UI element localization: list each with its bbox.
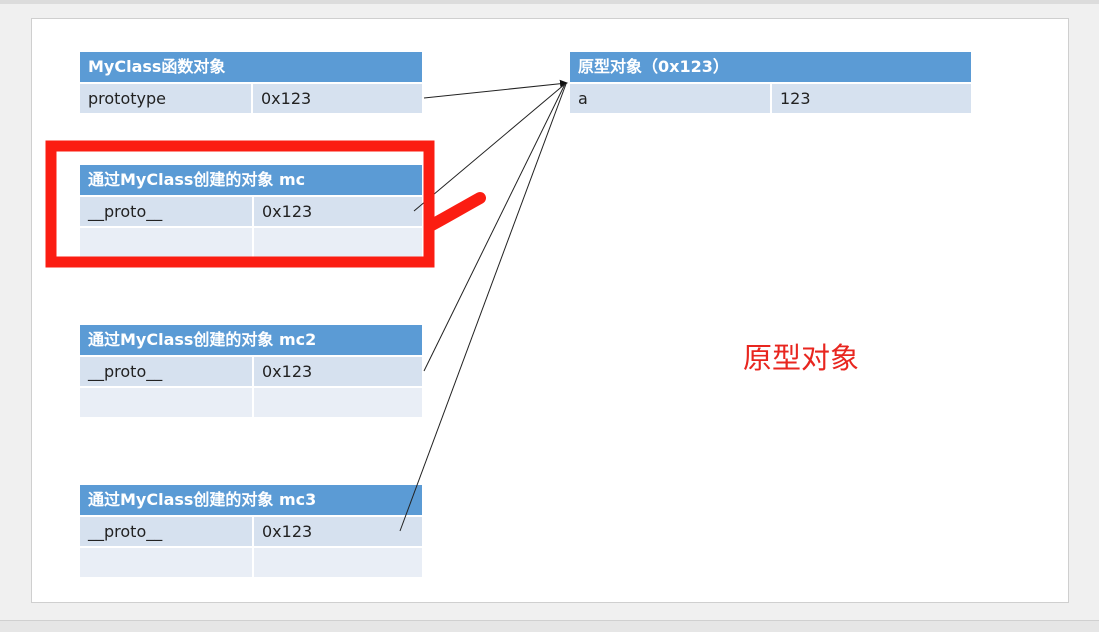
pointer-line-mc2 <box>423 83 566 372</box>
bottom-strip <box>0 620 1099 632</box>
prototype-caption: 原型对象 <box>743 341 860 375</box>
red-highlight-box <box>45 140 435 268</box>
pointer-line-prototype <box>423 79 568 99</box>
red-pen-stroke <box>424 192 486 232</box>
diagram-overlay <box>45 79 568 532</box>
